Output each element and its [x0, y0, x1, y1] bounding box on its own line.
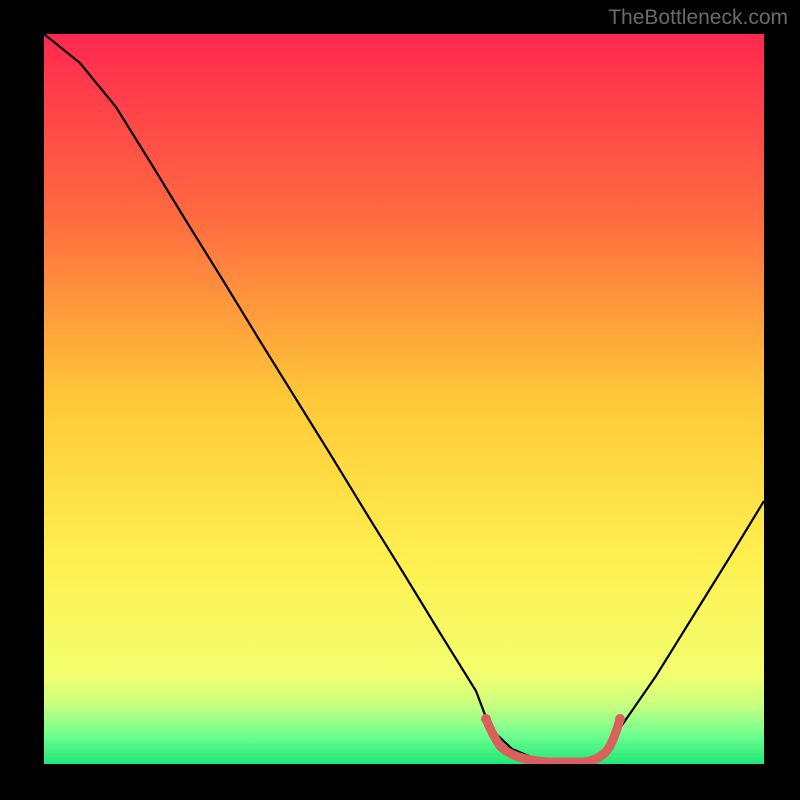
bottleneck-curve	[44, 34, 764, 764]
watermark-text: TheBottleneck.com	[608, 6, 788, 30]
chart-container: TheBottleneck.com	[0, 0, 800, 800]
plot-area	[44, 34, 764, 764]
optimal-region-marker	[481, 714, 625, 762]
